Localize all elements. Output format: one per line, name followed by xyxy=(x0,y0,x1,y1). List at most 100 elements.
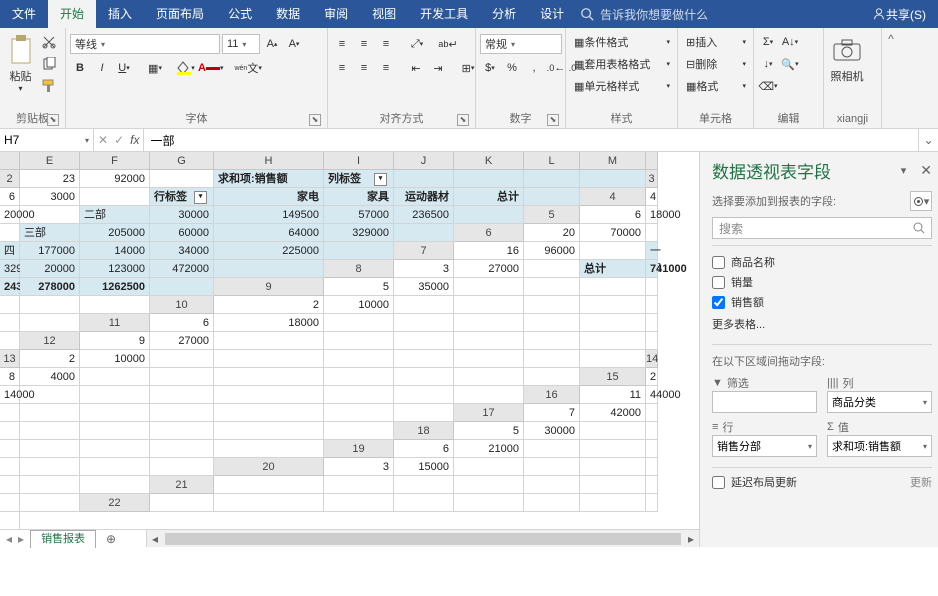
align-middle-button[interactable]: ≡ xyxy=(354,34,374,54)
border-button[interactable]: ▦▾ xyxy=(145,58,165,78)
filter-drop-area[interactable] xyxy=(712,391,817,413)
align-center-button[interactable]: ≡ xyxy=(354,58,374,78)
insert-cells-button[interactable]: ⊞ 插入 ▾ xyxy=(682,32,750,52)
field-checkbox-product-name[interactable]: 商品名称 xyxy=(712,252,932,272)
column-header[interactable]: E xyxy=(20,152,80,170)
copy-button[interactable] xyxy=(39,54,59,74)
italic-button[interactable]: I xyxy=(92,58,112,78)
values-drop-area[interactable]: 求和项:销售额▾ xyxy=(827,435,932,457)
percent-button[interactable]: % xyxy=(502,58,522,78)
row-header[interactable]: 2 xyxy=(0,170,20,188)
row-header[interactable]: 9 xyxy=(214,278,324,296)
row-header[interactable]: 14 xyxy=(646,350,658,368)
format-painter-button[interactable] xyxy=(39,76,59,96)
column-header[interactable]: F xyxy=(80,152,150,170)
row-header[interactable]: 8 xyxy=(324,260,394,278)
align-right-button[interactable]: ≡ xyxy=(376,58,396,78)
paste-button[interactable]: 粘贴 ▾ xyxy=(4,30,37,110)
sheet-nav-next[interactable]: ▸ xyxy=(18,532,24,546)
align-bottom-button[interactable]: ≡ xyxy=(376,34,396,54)
tab-view[interactable]: 视图 xyxy=(360,0,408,28)
more-tables-link[interactable]: 更多表格... xyxy=(712,316,932,332)
horizontal-scrollbar[interactable]: ◂▸ xyxy=(146,530,699,547)
font-size-combo[interactable]: 11▾ xyxy=(222,34,260,54)
camera-button[interactable]: 照相机 xyxy=(828,30,866,110)
pivot-row-filter-dropdown[interactable]: ▾ xyxy=(194,191,207,204)
row-header[interactable]: 21 xyxy=(150,476,214,494)
sheet-tab[interactable]: 销售报表 xyxy=(30,530,96,548)
tab-data[interactable]: 数据 xyxy=(264,0,312,28)
tab-insert[interactable]: 插入 xyxy=(96,0,144,28)
find-select-button[interactable]: 🔍▾ xyxy=(780,54,800,74)
sort-filter-button[interactable]: A↓▾ xyxy=(780,32,800,52)
formula-input[interactable]: 一部 xyxy=(144,129,918,151)
column-header[interactable]: L xyxy=(524,152,580,170)
column-header[interactable]: G xyxy=(150,152,214,170)
accounting-format-button[interactable]: $▾ xyxy=(480,58,500,78)
formula-bar-expand-button[interactable]: ⌄ xyxy=(918,129,938,151)
pivot-col-filter-dropdown[interactable]: ▾ xyxy=(374,173,387,186)
align-left-button[interactable]: ≡ xyxy=(332,58,352,78)
row-header[interactable]: 10 xyxy=(150,296,214,314)
number-format-combo[interactable]: 常规▾ xyxy=(480,34,562,54)
tab-developer[interactable]: 开发工具 xyxy=(408,0,480,28)
row-header[interactable]: 4 xyxy=(580,188,646,206)
decrease-font-button[interactable]: A▾ xyxy=(284,34,304,54)
insert-function-button[interactable]: fx xyxy=(130,133,139,147)
row-header[interactable]: 11 xyxy=(80,314,150,332)
columns-drop-area[interactable]: 商品分类▾ xyxy=(827,391,932,413)
phonetic-guide-button[interactable]: wén文▾ xyxy=(234,58,261,78)
worksheet-grid[interactable]: EFGHIJKLM22392000求和项:销售额列标签▾363000行标签▾家电… xyxy=(0,152,699,529)
autosum-button[interactable]: Σ▾ xyxy=(758,32,778,52)
sheet-nav-prev[interactable]: ◂ xyxy=(6,532,12,546)
increase-decimal-button[interactable]: .0← xyxy=(546,58,566,78)
pane-settings-button[interactable]: ▾ xyxy=(910,191,932,211)
decrease-indent-button[interactable]: ⇤ xyxy=(406,58,426,78)
row-header[interactable]: 5 xyxy=(524,206,580,224)
close-pane-button[interactable]: ✕ xyxy=(920,162,932,179)
row-header[interactable]: 3 xyxy=(646,170,658,188)
row-header[interactable]: 19 xyxy=(324,440,394,458)
tab-page-layout[interactable]: 页面布局 xyxy=(144,0,216,28)
row-header[interactable]: 12 xyxy=(20,332,80,350)
number-dialog-launcher[interactable]: ⬊ xyxy=(547,114,559,126)
add-sheet-button[interactable]: ⊕ xyxy=(102,530,120,548)
comma-button[interactable]: , xyxy=(524,58,544,78)
rows-drop-area[interactable]: 销售分部▾ xyxy=(712,435,817,457)
clear-button[interactable]: ⌫▾ xyxy=(758,76,778,96)
field-checkbox-sales-amount[interactable]: 销售额 xyxy=(712,292,932,312)
fill-color-button[interactable]: ▾ xyxy=(176,58,196,78)
orientation-button[interactable]: ⤢▾ xyxy=(407,34,427,54)
tell-me-search[interactable]: 告诉我你想要做什么 xyxy=(580,6,860,23)
clipboard-dialog-launcher[interactable]: ⬊ xyxy=(47,114,59,126)
row-header[interactable]: 16 xyxy=(524,386,580,404)
row-header[interactable]: 13 xyxy=(0,350,20,368)
tab-file[interactable]: 文件 xyxy=(0,0,48,28)
field-checkbox-sales-qty[interactable]: 销量 xyxy=(712,272,932,292)
row-header[interactable]: 6 xyxy=(454,224,524,242)
increase-indent-button[interactable]: ⇥ xyxy=(428,58,448,78)
alignment-dialog-launcher[interactable]: ⬊ xyxy=(457,114,469,126)
row-header[interactable]: 17 xyxy=(454,404,524,422)
tab-design[interactable]: 设计 xyxy=(528,0,576,28)
table-format-button[interactable]: ▦ 套用表格格式 ▾ xyxy=(570,54,674,74)
tab-formulas[interactable]: 公式 xyxy=(216,0,264,28)
tab-analyze[interactable]: 分析 xyxy=(480,0,528,28)
underline-button[interactable]: U▾ xyxy=(114,58,134,78)
delete-cells-button[interactable]: ⊟ 删除 ▾ xyxy=(682,54,750,74)
update-button[interactable]: 更新 xyxy=(910,474,932,490)
tab-review[interactable]: 审阅 xyxy=(312,0,360,28)
font-color-button[interactable]: A▾ xyxy=(198,58,223,78)
merge-center-button[interactable]: ⊞▾ xyxy=(458,58,478,78)
wrap-text-button[interactable]: ab↵ xyxy=(438,34,458,54)
row-header[interactable]: 20 xyxy=(214,458,324,476)
align-top-button[interactable]: ≡ xyxy=(332,34,352,54)
column-header[interactable] xyxy=(646,152,658,170)
column-header[interactable]: I xyxy=(324,152,394,170)
field-search-input[interactable]: 搜索 xyxy=(712,217,932,239)
tab-home[interactable]: 开始 xyxy=(48,0,96,28)
bold-button[interactable]: B xyxy=(70,58,90,78)
column-header[interactable]: H xyxy=(214,152,324,170)
ribbon-collapse-button[interactable]: ^ xyxy=(882,28,900,128)
increase-font-button[interactable]: A▴ xyxy=(262,34,282,54)
